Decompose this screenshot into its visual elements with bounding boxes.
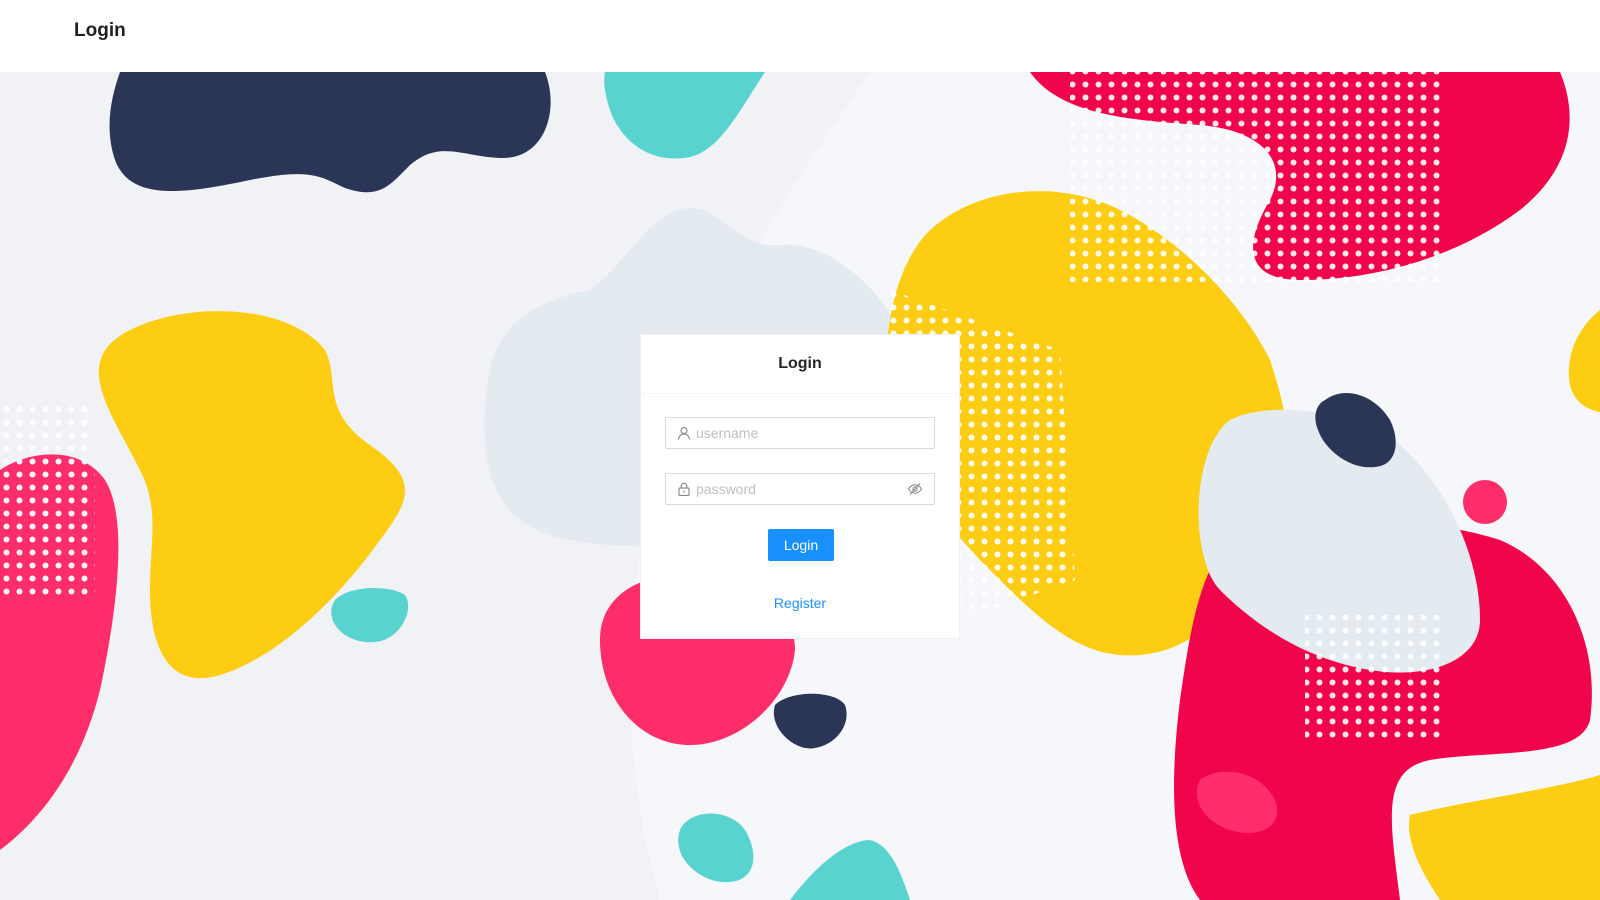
lock-icon xyxy=(677,482,691,496)
username-field[interactable] xyxy=(665,417,935,449)
password-input[interactable] xyxy=(696,475,907,503)
eye-invisible-icon[interactable] xyxy=(907,481,923,497)
user-icon xyxy=(677,426,691,440)
page-title: Login xyxy=(74,20,126,41)
password-field[interactable] xyxy=(665,473,935,505)
username-input[interactable] xyxy=(696,419,934,447)
login-card: Login Login Register xyxy=(640,334,960,639)
login-button[interactable]: Login xyxy=(768,529,834,561)
login-card-title: Login xyxy=(641,335,959,394)
top-bar: Login xyxy=(0,0,1600,72)
register-link[interactable]: Register xyxy=(641,595,959,611)
